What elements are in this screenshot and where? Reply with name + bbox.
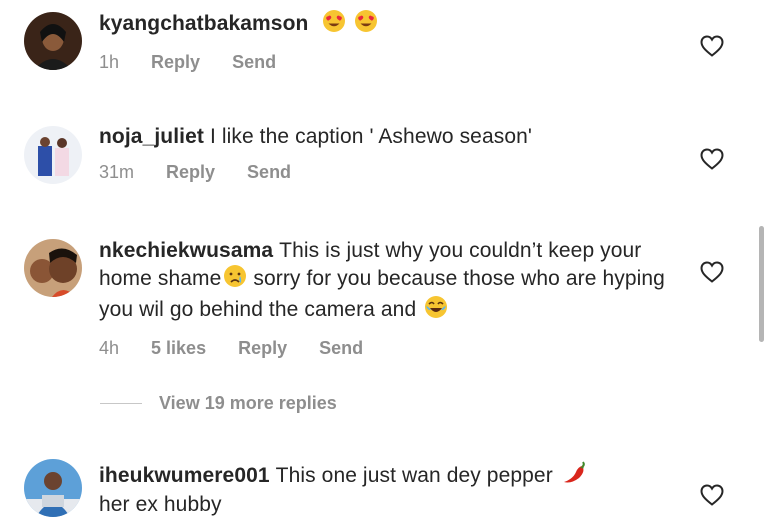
comment-meta: 31m Reply Send <box>99 162 669 183</box>
comment-meta: 4h 5 likes Reply Send <box>99 338 669 359</box>
comment-username[interactable]: nkechiekwusama <box>99 239 273 262</box>
comment-text: noja_juliet I like the caption ' Ashewo s… <box>99 124 669 150</box>
reply-button[interactable]: Reply <box>151 52 200 73</box>
divider <box>100 403 142 404</box>
comment-message: This one just wan dey pepper <box>275 464 553 487</box>
reply-button[interactable]: Reply <box>166 162 215 183</box>
send-button[interactable]: Send <box>319 338 363 359</box>
avatar[interactable] <box>24 126 82 184</box>
send-button[interactable]: Send <box>247 162 291 183</box>
comment-time: 4h <box>99 338 120 358</box>
heart-eyes-emoji-icon <box>354 9 378 40</box>
hot-pepper-emoji-icon <box>561 459 589 492</box>
comment-username[interactable]: iheukwumere001 <box>99 464 270 487</box>
view-more-replies-button[interactable]: View 19 more replies <box>100 393 337 414</box>
comment-username[interactable]: kyangchatbakamson <box>99 12 308 35</box>
comment-message: I like the caption ' Ashewo season' <box>209 125 533 148</box>
comment-text: kyangchatbakamson <box>99 9 669 40</box>
comment-text: iheukwumere001 This one just wan dey pepp… <box>99 459 669 518</box>
heart-outline-icon[interactable] <box>700 148 724 170</box>
heart-eyes-emoji-icon <box>322 9 346 40</box>
avatar[interactable] <box>24 239 82 297</box>
avatar[interactable] <box>24 459 82 517</box>
likes-count[interactable]: 5 likes <box>151 338 206 359</box>
view-more-replies-label: View 19 more replies <box>159 393 337 413</box>
avatar[interactable] <box>24 12 82 70</box>
comment-text: nkechiekwusama This is just why you could… <box>99 238 669 326</box>
send-button[interactable]: Send <box>232 52 276 73</box>
heart-outline-icon[interactable] <box>700 484 724 506</box>
heart-outline-icon[interactable] <box>700 35 724 57</box>
tears-of-joy-emoji-icon <box>424 295 448 326</box>
comment-username[interactable]: noja_juliet <box>99 125 204 148</box>
reply-button[interactable]: Reply <box>238 338 287 359</box>
crying-emoji-icon <box>223 264 247 295</box>
heart-outline-icon[interactable] <box>700 261 724 283</box>
comment-meta: 1h Reply Send <box>99 52 669 73</box>
comment-message-part2: her ex hubby <box>99 493 222 516</box>
scrollbar[interactable] <box>759 226 764 342</box>
comment-time: 1h <box>99 52 120 72</box>
comment-time: 31m <box>99 162 135 182</box>
